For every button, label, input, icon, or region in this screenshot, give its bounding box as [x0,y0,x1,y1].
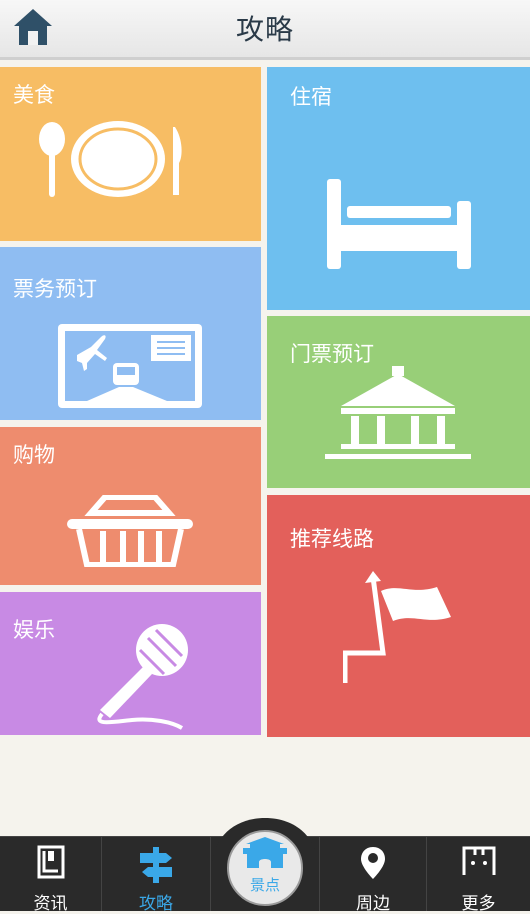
signpost-icon [140,847,172,883]
flag-route-icon [343,571,451,683]
more-icon [462,846,495,875]
tile-route-label: 推荐线路 [290,527,374,551]
tab-news-label: 资讯 [33,894,68,914]
tab-nearby-label: 周边 [356,894,390,914]
bed-icon [327,179,471,269]
tab-more-label: 更多 [461,894,496,914]
news-icon [37,845,64,879]
temple-icon [325,366,471,459]
gate-landmark-icon [243,837,287,868]
tile-shopping-label: 购物 [13,443,55,467]
tab-scenic-spots[interactable]: 景点 [212,816,318,910]
microphone-icon [97,624,188,730]
page-title: 攻略 [235,13,294,46]
app-header: 攻略 [0,0,530,60]
tile-route[interactable]: 推荐线路 [267,495,530,737]
basket-icon [67,495,193,567]
tab-nearby[interactable]: 周边 [320,837,426,914]
location-pin-icon [361,847,385,879]
tab-guide-label: 攻略 [139,894,173,914]
tile-entertainment[interactable]: 娱乐 [0,592,261,735]
tile-food[interactable]: 美食 [0,67,261,241]
plate-cutlery-icon [39,121,182,197]
tile-gate-ticket[interactable]: 门票预订 [267,316,530,488]
tab-divider [210,837,211,911]
tile-hotel[interactable]: 住宿 [267,67,530,310]
tile-ticket[interactable]: 票务预订 [0,247,261,420]
tab-more[interactable]: 更多 [427,837,530,914]
tab-scenic-spots-label: 景点 [249,876,280,894]
tile-ticket-label: 票务预订 [13,277,97,301]
tab-news[interactable]: 资讯 [0,837,101,914]
tile-hotel-label: 住宿 [290,85,332,109]
plane-train-ticket-icon [58,324,202,408]
tile-food-label: 美食 [13,83,55,107]
tile-entertainment-label: 娱乐 [13,618,55,642]
tile-shopping[interactable]: 购物 [0,427,261,585]
tab-guide[interactable]: 攻略 [102,837,210,914]
